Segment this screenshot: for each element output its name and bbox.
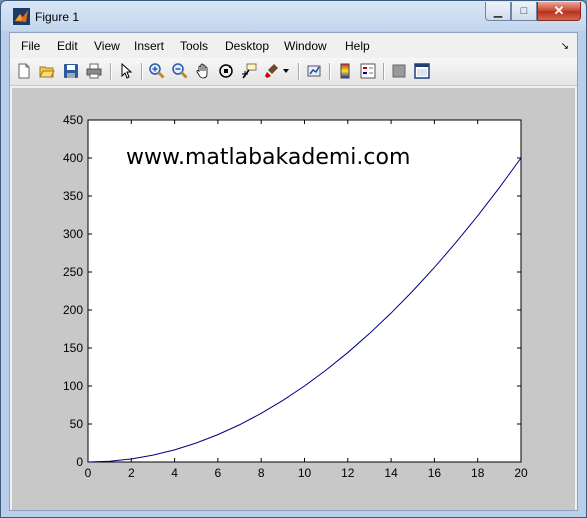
zoom-out-icon[interactable] — [171, 62, 189, 80]
menu-insert[interactable]: Insert — [134, 39, 164, 53]
figure-client: File Edit View Insert Tools Desktop Wind… — [9, 32, 578, 511]
maximize-icon: □ — [520, 5, 528, 17]
y-tick-label: 400 — [63, 151, 83, 165]
y-tick-label: 300 — [63, 227, 83, 241]
x-tick-label: 12 — [341, 466, 355, 480]
menu-tools[interactable]: Tools — [180, 39, 208, 53]
minimize-button[interactable]: ▁ — [485, 2, 511, 21]
show-plot-tools-icon[interactable] — [413, 62, 431, 80]
axes-background — [87, 119, 522, 463]
zoom-in-icon[interactable] — [148, 62, 166, 80]
x-tick-label: 16 — [428, 466, 442, 480]
new-figure-icon[interactable] — [15, 62, 33, 80]
figure-canvas: 0 2 4 6 8 10 12 14 16 18 20 0 50 100 150 200 250 300 350 40… — [12, 88, 575, 510]
hide-plot-tools-icon[interactable] — [390, 62, 408, 80]
print-figure-icon[interactable] — [85, 62, 103, 80]
menu-desktop[interactable]: Desktop — [225, 39, 269, 53]
menu-file[interactable]: File — [21, 39, 40, 53]
menu-help[interactable]: Help — [345, 39, 370, 53]
x-tick-label: 0 — [85, 466, 92, 480]
y-tick-label: 0 — [76, 455, 83, 469]
annotation-text: www.matlabakademi.com — [126, 145, 410, 170]
menu-bar: File Edit View Insert Tools Desktop Wind… — [10, 33, 577, 58]
x-tick-label: 18 — [471, 466, 485, 480]
x-tick-label: 8 — [258, 466, 265, 480]
edit-plot-icon[interactable] — [117, 62, 135, 80]
menu-window[interactable]: Window — [284, 39, 327, 53]
maximize-button[interactable]: □ — [511, 2, 537, 21]
y-tick-label: 100 — [63, 379, 83, 393]
y-tick-label: 50 — [70, 417, 84, 431]
y-tick-label: 200 — [63, 303, 83, 317]
brush-dropdown-icon[interactable] — [281, 62, 291, 80]
rotate-3d-icon[interactable] — [217, 62, 235, 80]
x-tick-label: 10 — [298, 466, 312, 480]
insert-legend-icon[interactable] — [359, 62, 377, 80]
plot-area[interactable]: 0 2 4 6 8 10 12 14 16 18 2005010015020025030035040… — [12, 88, 575, 510]
x-tick-label: 6 — [215, 466, 222, 480]
menu-view[interactable]: View — [94, 39, 120, 53]
dock-arrow-icon[interactable]: ↘ — [561, 41, 569, 52]
open-file-icon[interactable] — [38, 62, 56, 80]
x-tick-label: 20 — [514, 466, 528, 480]
minimize-icon: ▁ — [493, 5, 503, 18]
insert-colorbar-icon[interactable] — [336, 62, 354, 80]
brush-icon[interactable] — [263, 62, 281, 80]
y-tick-label: 250 — [63, 265, 83, 279]
figure-window: Figure 1 ▁ □ ✕ File Edit View Insert Too… — [0, 0, 587, 518]
y-tick-label: 350 — [63, 189, 83, 203]
figure-toolbar — [10, 58, 577, 86]
close-button[interactable]: ✕ — [537, 2, 581, 21]
x-tick-label: 14 — [384, 466, 398, 480]
data-cursor-icon[interactable] — [240, 62, 258, 80]
link-plot-icon[interactable] — [305, 62, 323, 80]
x-tick-label: 2 — [128, 466, 135, 480]
x-tick-label: 4 — [171, 466, 178, 480]
y-tick-label: 450 — [63, 113, 83, 127]
y-tick-label: 150 — [63, 341, 83, 355]
close-icon: ✕ — [553, 3, 565, 18]
save-figure-icon[interactable] — [62, 62, 80, 80]
pan-icon[interactable] — [194, 62, 212, 80]
window-title: Figure 1 — [35, 10, 80, 24]
title-bar[interactable]: Figure 1 ▁ □ ✕ — [1, 1, 586, 32]
menu-edit[interactable]: Edit — [57, 39, 78, 53]
matlab-icon — [13, 8, 30, 25]
